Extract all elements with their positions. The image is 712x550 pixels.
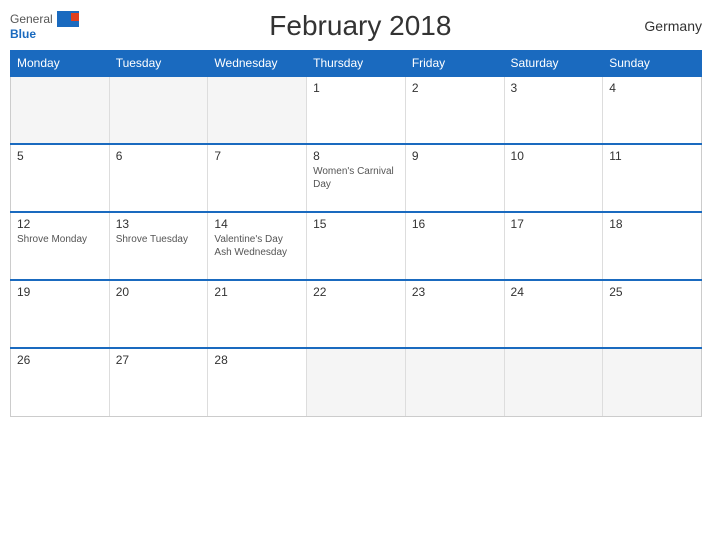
logo-general-text: General [10,12,53,26]
table-row: 20 [109,280,208,348]
day-number: 11 [609,149,695,163]
col-tuesday: Tuesday [109,51,208,77]
day-number: 21 [214,285,300,299]
day-number: 23 [412,285,498,299]
table-row: 21 [208,280,307,348]
table-row: 14 Valentine's DayAsh Wednesday [208,212,307,280]
col-sunday: Sunday [603,51,702,77]
table-row [109,76,208,144]
day-number: 6 [116,149,202,163]
col-monday: Monday [11,51,110,77]
event-label: Shrove Tuesday [116,233,202,246]
table-row: 22 [307,280,406,348]
table-row: 2 [405,76,504,144]
table-row: 24 [504,280,603,348]
table-row: 12 Shrove Monday [11,212,110,280]
day-number: 15 [313,217,399,231]
table-row: 15 [307,212,406,280]
logo-icon [57,11,79,27]
event-label: Shrove Monday [17,233,103,246]
day-number: 12 [17,217,103,231]
table-row: 25 [603,280,702,348]
table-row: 5 [11,144,110,212]
table-row: 27 [109,348,208,416]
day-number: 24 [511,285,597,299]
day-number: 20 [116,285,202,299]
table-row: 7 [208,144,307,212]
table-row [405,348,504,416]
day-number: 17 [511,217,597,231]
day-number: 4 [609,81,695,95]
day-number: 28 [214,353,300,367]
table-row: 13 Shrove Tuesday [109,212,208,280]
col-thursday: Thursday [307,51,406,77]
table-row: 18 [603,212,702,280]
day-number: 16 [412,217,498,231]
table-row [208,76,307,144]
table-row: 1 [307,76,406,144]
day-number: 2 [412,81,498,95]
country-label: Germany [642,18,702,34]
table-row [504,348,603,416]
table-row: 4 [603,76,702,144]
table-row: 26 [11,348,110,416]
calendar-header-row: Monday Tuesday Wednesday Thursday Friday… [11,51,702,77]
table-row [11,76,110,144]
day-number: 5 [17,149,103,163]
calendar-header: General Blue February 2018 Germany [10,10,702,42]
table-row: 19 [11,280,110,348]
col-wednesday: Wednesday [208,51,307,77]
calendar-body: 12345678Women's Carnival Day9101112Shrov… [11,76,702,416]
table-row: 16 [405,212,504,280]
day-number: 18 [609,217,695,231]
day-number: 8 [313,149,399,163]
table-row: 3 [504,76,603,144]
table-row: 10 [504,144,603,212]
col-friday: Friday [405,51,504,77]
day-number: 22 [313,285,399,299]
event-label: Women's Carnival Day [313,165,399,191]
calendar-title: February 2018 [79,10,642,42]
day-number: 25 [609,285,695,299]
day-number: 1 [313,81,399,95]
day-number: 13 [116,217,202,231]
table-row: 11 [603,144,702,212]
day-number: 10 [511,149,597,163]
event-label: Valentine's Day [214,233,300,246]
table-row: 6 [109,144,208,212]
day-number: 3 [511,81,597,95]
table-row: 17 [504,212,603,280]
day-number: 26 [17,353,103,367]
col-saturday: Saturday [504,51,603,77]
day-number: 19 [17,285,103,299]
table-row: 8 Women's Carnival Day [307,144,406,212]
day-number: 9 [412,149,498,163]
logo-blue-text: Blue [10,27,36,41]
table-row: 23 [405,280,504,348]
table-row: 9 [405,144,504,212]
calendar-table: Monday Tuesday Wednesday Thursday Friday… [10,50,702,417]
table-row [603,348,702,416]
event-label: Ash Wednesday [214,246,300,259]
table-row: 28 [208,348,307,416]
day-number: 14 [214,217,300,231]
day-number: 7 [214,149,300,163]
logo: General Blue [10,11,79,41]
table-row [307,348,406,416]
day-number: 27 [116,353,202,367]
